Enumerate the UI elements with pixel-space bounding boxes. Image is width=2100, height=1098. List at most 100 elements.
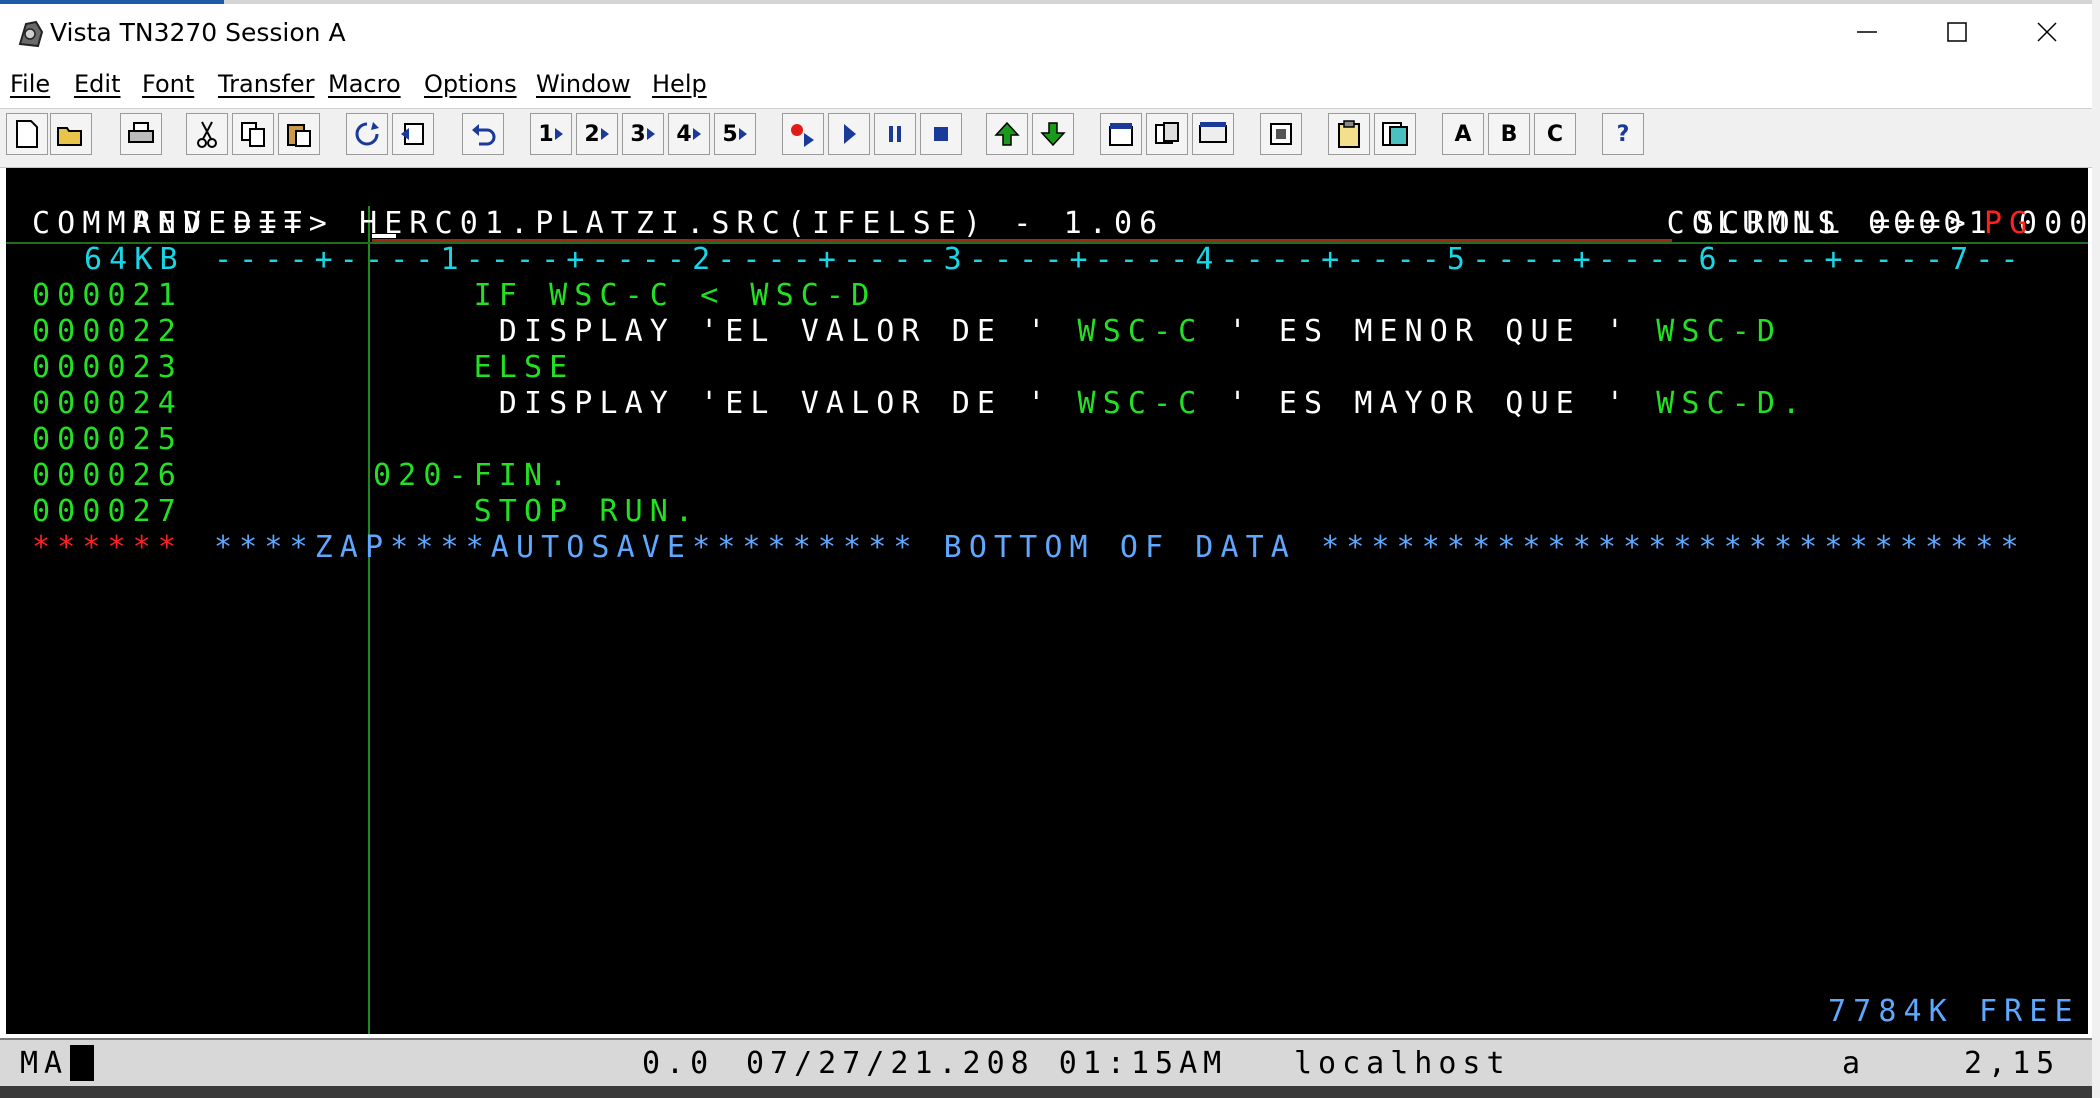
- play-arrow-icon: [600, 128, 609, 140]
- bottom-of-data: ****ZAP****AUTOSAVE********* BOTTOM OF D…: [214, 530, 2026, 565]
- status-mode: a: [1842, 1046, 1867, 1081]
- status-host: localhost: [1294, 1046, 1511, 1081]
- minimize-icon: [1857, 31, 1877, 33]
- menu-options[interactable]: Options: [424, 70, 517, 98]
- line-number: 000022: [32, 314, 183, 349]
- macro-3-label: 3: [630, 121, 646, 147]
- code-variable: WSC-C: [1077, 386, 1204, 421]
- undo-icon: [472, 124, 496, 146]
- properties-button[interactable]: [1100, 113, 1142, 155]
- scroll-label: SCROLL ===>: [1696, 206, 1973, 241]
- undo-button[interactable]: [462, 113, 504, 155]
- command-input[interactable]: [372, 234, 396, 238]
- macro-3-button[interactable]: 3: [622, 113, 664, 155]
- disconnect-button[interactable]: [392, 113, 434, 155]
- code-line[interactable]: DISPLAY 'EL VALOR DE ' WSC-C ' ES MAYOR …: [373, 386, 1807, 422]
- play-arrow-icon: [646, 128, 655, 140]
- window-right-edge: [2092, 0, 2100, 1098]
- column-divider: [368, 206, 370, 1034]
- ruler-scale: ----+----1----+----2----+----3----+----4…: [214, 242, 2026, 277]
- macro-2-label: 2: [584, 121, 600, 147]
- copy-icon: [241, 122, 265, 147]
- close-icon: [2037, 22, 2057, 42]
- maximize-icon: [1947, 22, 1967, 42]
- menu-bar: File Edit Font Transfer Macro Options Wi…: [0, 66, 2092, 106]
- copy-button[interactable]: [232, 113, 274, 155]
- transfer-log-button[interactable]: [1374, 113, 1416, 155]
- play-macro-button[interactable]: [828, 113, 870, 155]
- line-number: 000024: [32, 386, 183, 421]
- clipboard-button[interactable]: [1328, 113, 1370, 155]
- menu-window[interactable]: Window: [536, 70, 631, 98]
- stop-icon: [934, 127, 948, 141]
- session-button[interactable]: [1146, 113, 1188, 155]
- key-a-label: A: [1454, 121, 1472, 147]
- title-accent: [0, 0, 224, 4]
- window-title: Vista TN3270 Session A: [50, 18, 346, 47]
- scroll-value[interactable]: PG: [1984, 206, 2034, 242]
- key-a-button[interactable]: A: [1442, 113, 1484, 155]
- minimize-button[interactable]: [1822, 4, 1912, 64]
- play-arrow-icon: [692, 128, 701, 140]
- taskbar-strip: [0, 1086, 2092, 1098]
- new-button[interactable]: [6, 113, 48, 155]
- stop-macro-button[interactable]: [920, 113, 962, 155]
- cut-button[interactable]: [186, 113, 228, 155]
- download-button[interactable]: [1032, 113, 1074, 155]
- key-b-button[interactable]: B: [1488, 113, 1530, 155]
- macro-2-button[interactable]: 2: [576, 113, 618, 155]
- help-icon: ?: [1616, 121, 1630, 147]
- play-icon: [844, 124, 856, 144]
- help-button[interactable]: ?: [1602, 113, 1644, 155]
- maximize-button[interactable]: [1912, 4, 2002, 64]
- title-bar: Vista TN3270 Session A: [0, 0, 2092, 67]
- line-number: 000026: [32, 458, 183, 493]
- paste-button[interactable]: [278, 113, 320, 155]
- code-line[interactable]: DISPLAY 'EL VALOR DE ' WSC-C ' ES MENOR …: [373, 314, 1782, 350]
- macro-1-button[interactable]: 1: [530, 113, 572, 155]
- status-datetime: 07/27/21.208 01:15AM: [746, 1046, 1228, 1081]
- upload-button[interactable]: [986, 113, 1028, 155]
- key-c-button[interactable]: C: [1534, 113, 1576, 155]
- line-number: 000021: [32, 278, 183, 313]
- reconnect-button[interactable]: [346, 113, 388, 155]
- menu-file[interactable]: File: [10, 70, 50, 98]
- open-button[interactable]: [50, 113, 92, 155]
- code-text: ' ES MAYOR QUE ': [1203, 386, 1657, 421]
- scissors-icon: [197, 121, 217, 148]
- pause-macro-button[interactable]: [874, 113, 916, 155]
- code-line[interactable]: ELSE: [373, 350, 574, 386]
- code-line[interactable]: STOP RUN.: [373, 494, 700, 530]
- menu-transfer[interactable]: Transfer: [218, 70, 315, 98]
- arrow-down-icon: [1040, 122, 1066, 147]
- line-number: 000023: [32, 350, 183, 385]
- code-variable: WSC-D.: [1656, 386, 1808, 421]
- keyboard-map-button[interactable]: [1192, 113, 1234, 155]
- macro-5-button[interactable]: 5: [714, 113, 756, 155]
- clipboard-icon: [1338, 120, 1360, 148]
- close-button[interactable]: [2002, 4, 2092, 64]
- macro-4-button[interactable]: 4: [668, 113, 710, 155]
- menu-help[interactable]: Help: [652, 70, 707, 98]
- code-line[interactable]: 020-FIN.: [373, 458, 574, 494]
- disconnect-icon: [401, 123, 424, 145]
- print-button[interactable]: [120, 113, 162, 155]
- refresh-icon: [355, 122, 379, 146]
- terminal-screen[interactable]: REVEDIT HERC01.PLATZI.SRC(IFELSE) - 1.06…: [6, 168, 2088, 1034]
- paste-icon: [287, 124, 311, 147]
- record-macro-button[interactable]: [782, 113, 824, 155]
- status-ma: MA: [20, 1046, 69, 1081]
- code-text: DISPLAY 'EL VALOR DE ': [373, 386, 1078, 421]
- toolbar: 1 2 3 4 5 A B C ?: [0, 108, 2092, 168]
- code-line[interactable]: IF WSC-C < WSC-D: [373, 278, 876, 314]
- code-text: DISPLAY 'EL VALOR DE ': [373, 314, 1078, 349]
- status-bar: MA 0.0 07/27/21.208 01:15AM localhost a …: [0, 1038, 2092, 1088]
- title-top-line: [224, 0, 2092, 4]
- app-icon: [18, 20, 44, 48]
- session-icon: [1155, 122, 1179, 144]
- menu-edit[interactable]: Edit: [74, 70, 120, 98]
- play-arrow-icon: [738, 128, 747, 140]
- menu-macro[interactable]: Macro: [328, 70, 401, 98]
- screen-capture-button[interactable]: [1260, 113, 1302, 155]
- menu-font[interactable]: Font: [142, 70, 194, 98]
